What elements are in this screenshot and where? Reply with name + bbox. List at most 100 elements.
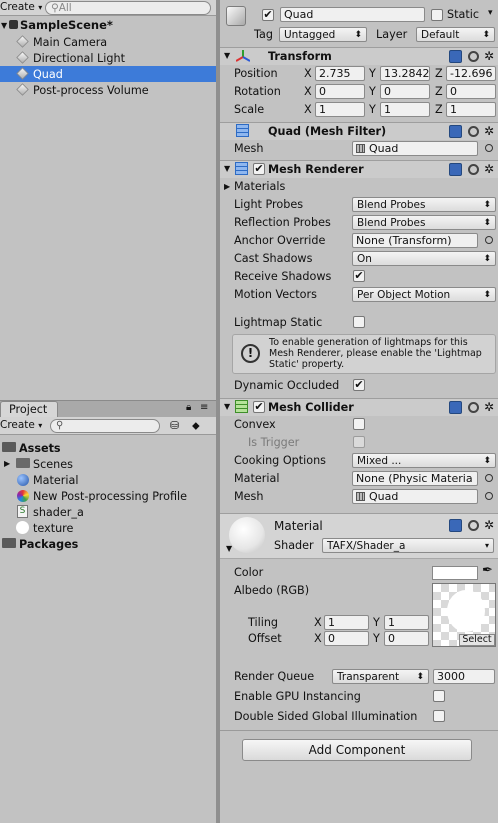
layer-dropdown[interactable]: Default ⬍ [416, 27, 495, 42]
tiling-y-input[interactable]: 1 [384, 615, 429, 630]
cast-shadows-dropdown[interactable]: On ⬍ [352, 251, 496, 266]
mesh-renderer-enabled-checkbox[interactable]: ✔ [253, 163, 265, 175]
help-book-icon[interactable] [449, 401, 462, 414]
rotation-y-input[interactable]: 0 [380, 84, 430, 99]
offset-y-input[interactable]: 0 [384, 631, 429, 646]
tag-dropdown[interactable]: Untagged ⬍ [279, 27, 367, 42]
search-by-label-icon[interactable]: ⬥ [192, 420, 200, 431]
hierarchy-item[interactable]: Directional Light [0, 50, 216, 66]
help-book-icon[interactable] [449, 50, 462, 63]
render-queue-input[interactable]: 3000 [433, 669, 495, 684]
convex-checkbox[interactable] [353, 418, 365, 430]
scale-z-input[interactable]: 1 [446, 102, 496, 117]
offset-x-input[interactable]: 0 [324, 631, 369, 646]
foldout-down-icon[interactable]: ▼ [226, 545, 232, 553]
hierarchy-search-input[interactable]: ⚲All [45, 1, 211, 15]
double-sided-gi-checkbox[interactable] [433, 710, 445, 722]
materials-foldout[interactable]: Materials [234, 181, 285, 192]
foldout-down-icon[interactable]: ▼ [1, 21, 7, 30]
position-y-input[interactable]: 13.2842 [380, 66, 430, 81]
gpu-instancing-checkbox[interactable] [433, 690, 445, 702]
hierarchy-item-selected[interactable]: Quad [0, 66, 216, 82]
info-line: Mesh Renderer, please enable the 'Lightm… [269, 348, 482, 359]
rotation-z-input[interactable]: 0 [446, 84, 496, 99]
project-search-input[interactable]: ⚲ [50, 419, 160, 433]
add-component-button[interactable]: Add Component [242, 739, 472, 761]
panel-menu-icon[interactable]: ≡ [200, 403, 208, 413]
motion-vectors-dropdown[interactable]: Per Object Motion ⬍ [352, 287, 496, 302]
reflection-probes-dropdown[interactable]: Blend Probes ⬍ [352, 215, 496, 230]
object-name-input[interactable]: Quad [280, 7, 425, 22]
project-item-assets[interactable]: Assets [0, 440, 216, 456]
render-queue-dropdown[interactable]: Transparent ⬍ [332, 669, 429, 684]
collider-material-label: Material [234, 472, 280, 485]
preset-icon[interactable] [468, 520, 479, 531]
foldout-down-icon[interactable]: ▼ [224, 403, 230, 411]
position-z-input[interactable]: -12.696 [446, 66, 496, 81]
object-picker-icon[interactable] [485, 236, 493, 244]
foldout-down-icon[interactable]: ▼ [224, 165, 230, 173]
dropdown-arrow-icon: ⬍ [483, 200, 491, 210]
mesh-object-field[interactable]: Quad [352, 141, 478, 156]
foldout-right-icon[interactable]: ▶ [224, 183, 230, 191]
tiling-label: Tiling [248, 616, 279, 629]
static-checkbox[interactable] [431, 9, 443, 21]
position-x-input[interactable]: 2.735 [315, 66, 365, 81]
help-book-icon[interactable] [449, 125, 462, 138]
scale-y-input[interactable]: 1 [380, 102, 430, 117]
reflection-probes-value: Blend Probes [357, 217, 426, 229]
receive-shadows-checkbox[interactable]: ✔ [353, 270, 365, 282]
light-probes-dropdown[interactable]: Blend Probes ⬍ [352, 197, 496, 212]
lock-icon[interactable]: 🔒︎ [186, 403, 191, 413]
shader-dropdown[interactable]: TAFX/Shader_a ▾ [322, 538, 494, 553]
anchor-override-field[interactable]: None (Transform) [352, 233, 478, 248]
object-picker-icon[interactable] [485, 144, 493, 152]
folder-open-icon [2, 442, 16, 452]
foldout-right-icon[interactable]: ▶ [4, 459, 10, 468]
preset-icon[interactable] [468, 126, 479, 137]
project-create-button[interactable]: Create ▾ [0, 420, 42, 431]
project-item-shader[interactable]: S shader_a [0, 504, 216, 520]
component-settings-gear-icon[interactable]: ✲ [484, 125, 494, 137]
project-item-material[interactable]: Material [0, 472, 216, 488]
preset-icon[interactable] [468, 402, 479, 413]
collider-material-field[interactable]: None (Physic Materia [352, 471, 478, 486]
project-item-scenes[interactable]: ▶ Scenes [0, 456, 216, 472]
project-tab[interactable]: Project [0, 401, 58, 417]
hierarchy-item[interactable]: Post-process Volume [0, 82, 216, 98]
collider-mesh-field[interactable]: Quad [352, 489, 478, 504]
texture-select-button[interactable]: Select [459, 634, 495, 646]
hierarchy-item-label: Post-process Volume [33, 84, 149, 97]
mesh-collider-enabled-checkbox[interactable]: ✔ [253, 401, 265, 413]
preset-icon[interactable] [468, 164, 479, 175]
object-picker-icon[interactable] [485, 492, 493, 500]
rotation-x-input[interactable]: 0 [315, 84, 365, 99]
hierarchy-item[interactable]: Main Camera [0, 34, 216, 50]
eyedropper-icon[interactable]: ✒ [482, 564, 493, 577]
lightmap-static-checkbox[interactable] [353, 316, 365, 328]
help-book-icon[interactable] [449, 163, 462, 176]
scene-row[interactable]: ▼ SampleScene* [0, 17, 216, 33]
tiling-x-input[interactable]: 1 [324, 615, 369, 630]
dynamic-occluded-checkbox[interactable]: ✔ [353, 379, 365, 391]
component-settings-gear-icon[interactable]: ✲ [484, 519, 494, 531]
active-checkbox[interactable]: ✔ [262, 9, 274, 21]
dropdown-arrow-icon: ▾ [38, 421, 43, 430]
preset-icon[interactable] [468, 51, 479, 62]
component-settings-gear-icon[interactable]: ✲ [484, 50, 494, 62]
static-dropdown-icon[interactable]: ▾ [488, 9, 493, 18]
foldout-down-icon[interactable]: ▼ [224, 52, 230, 60]
color-swatch[interactable] [432, 566, 478, 580]
project-item-texture[interactable]: texture [0, 520, 216, 536]
hierarchy-create-button[interactable]: Create ▾ [0, 2, 42, 13]
object-picker-icon[interactable] [485, 474, 493, 482]
search-by-type-icon[interactable]: ⛁ [170, 420, 179, 431]
help-book-icon[interactable] [449, 519, 462, 532]
cooking-options-dropdown[interactable]: Mixed ... ⬍ [352, 453, 496, 468]
project-item-profile[interactable]: New Post-processing Profile [0, 488, 216, 504]
component-settings-gear-icon[interactable]: ✲ [484, 401, 494, 413]
scale-x-input[interactable]: 1 [315, 102, 365, 117]
project-item-packages[interactable]: Packages [0, 536, 216, 552]
dropdown-arrow-icon: ⬍ [483, 254, 491, 264]
component-settings-gear-icon[interactable]: ✲ [484, 163, 494, 175]
